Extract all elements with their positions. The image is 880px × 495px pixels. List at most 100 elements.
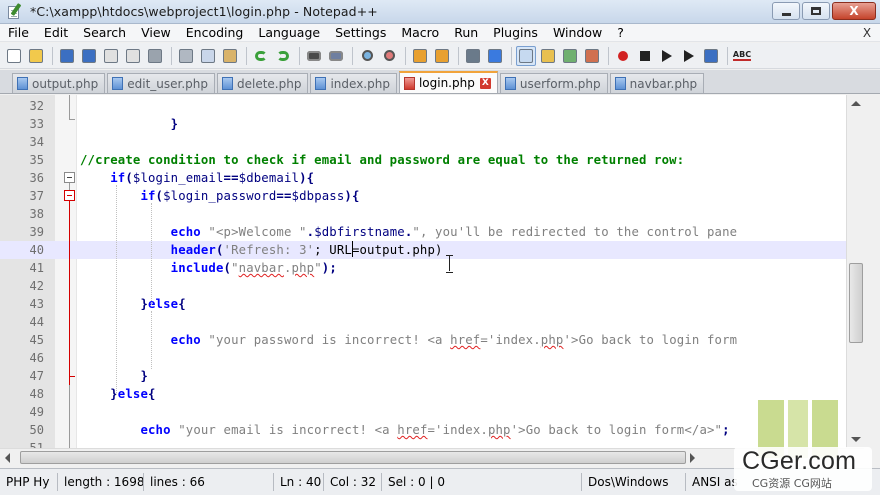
maximize-icon [811, 7, 821, 15]
run-macro-multiple-icon [684, 49, 694, 62]
code-line[interactable]: 37 if($login_password==$dbpass){ [0, 187, 864, 205]
zoom-out-icon [383, 50, 395, 61]
indent-guide-button[interactable] [516, 45, 536, 66]
tab-output[interactable]: output.php [12, 73, 106, 93]
user-lang-button[interactable] [538, 46, 558, 66]
code-line[interactable]: 32 [0, 97, 864, 115]
fold-toggle-if-email[interactable] [64, 172, 75, 183]
paste-button[interactable] [220, 46, 240, 66]
copy-button[interactable] [198, 46, 218, 66]
tab-close-icon[interactable]: X [479, 77, 491, 89]
show-all-chars-button[interactable] [485, 46, 505, 66]
code-line[interactable]: 39 echo "<p>Welcome ".$dbfirstname.", yo… [0, 223, 864, 241]
code-line[interactable]: 34 [0, 133, 864, 151]
code-line[interactable]: 50 echo "your email is incorrect! <a hre… [0, 421, 864, 439]
find-button[interactable] [304, 46, 324, 66]
minimize-button[interactable] [772, 2, 800, 20]
code-line[interactable]: 48 }else{ [0, 385, 864, 403]
save-macro-button[interactable] [701, 46, 721, 66]
scroll-right-icon[interactable] [690, 453, 695, 463]
sync-horizontal-button[interactable] [432, 46, 452, 66]
menu-plugins[interactable]: Plugins [485, 25, 545, 40]
code-line[interactable]: 51 [0, 439, 864, 448]
menu-window[interactable]: Window [545, 25, 609, 40]
menu-macro[interactable]: Macro [393, 25, 446, 40]
save-button[interactable] [57, 46, 77, 66]
tab-edit-user[interactable]: edit_user.php [107, 73, 215, 93]
zoom-out-button[interactable] [379, 46, 399, 66]
status-eol-format[interactable]: Dos\Windows [582, 473, 686, 491]
doc-map-button[interactable] [560, 46, 580, 66]
tab-index[interactable]: index.php [310, 73, 397, 93]
close-document-icon[interactable]: X [860, 26, 874, 40]
function-list-icon [585, 48, 599, 63]
open-file-button[interactable] [26, 46, 46, 66]
tab-login[interactable]: login.php X [398, 71, 498, 93]
code-line[interactable]: 49 [0, 403, 864, 421]
save-all-button[interactable] [79, 46, 99, 66]
maximize-button[interactable] [802, 2, 830, 20]
indent-guide [151, 203, 152, 305]
close-button[interactable] [101, 46, 121, 66]
new-file-button[interactable] [4, 46, 24, 66]
vertical-scroll-thumb[interactable] [849, 263, 863, 343]
window-controls: X [772, 2, 876, 20]
code-line[interactable]: 42 [0, 277, 864, 295]
menu-search[interactable]: Search [75, 25, 133, 40]
code-line[interactable]: 41 include("navbar.php"); [0, 259, 864, 277]
stop-macro-button[interactable] [635, 46, 655, 66]
menu-run[interactable]: Run [446, 25, 485, 40]
cut-button[interactable] [176, 46, 196, 66]
replace-button[interactable] [326, 46, 346, 66]
code-line[interactable]: 36 if($login_email==$dbemail){ [0, 169, 864, 187]
menu-help[interactable]: ? [609, 25, 631, 40]
notepadpp-app-icon[interactable] [6, 2, 22, 20]
line-number: 38 [29, 207, 44, 221]
play-macro-button[interactable] [657, 46, 677, 66]
close-window-button[interactable]: X [832, 2, 876, 20]
zoom-in-button[interactable] [357, 46, 377, 66]
menu-language[interactable]: Language [250, 25, 327, 40]
menu-encoding[interactable]: Encoding [178, 25, 251, 40]
menu-settings[interactable]: Settings [327, 25, 393, 40]
close-all-button[interactable] [123, 46, 143, 66]
code-line[interactable]: 38 [0, 205, 864, 223]
code-editor[interactable]: 32 33 } 34 35 //create condition to check if… [0, 95, 864, 448]
status-column: Col : 32 [324, 473, 382, 491]
tab-label: index.php [330, 76, 390, 91]
menu-file[interactable]: File [0, 25, 36, 40]
code-token: "your email is incorrect! <a [178, 423, 398, 437]
code-token: $dbfirstname [314, 225, 405, 239]
tab-delete[interactable]: delete.php [217, 73, 309, 93]
vertical-scrollbar[interactable] [846, 95, 864, 448]
fold-toggle-if-password[interactable] [64, 190, 75, 201]
menu-view[interactable]: View [133, 25, 178, 40]
code-line[interactable]: 46 [0, 349, 864, 367]
undo-button[interactable] [251, 46, 271, 66]
scroll-left-icon[interactable] [5, 453, 10, 463]
redo-button[interactable] [273, 46, 293, 66]
code-line[interactable]: 47 } [0, 367, 864, 385]
tab-userform[interactable]: userform.php [499, 73, 608, 93]
code-line[interactable]: 33 } [0, 115, 864, 133]
code-line[interactable]: 43 }else{ [0, 295, 864, 313]
code-line[interactable]: 45 echo "your password is incorrect! <a … [0, 331, 864, 349]
tab-navbar[interactable]: navbar.php [609, 73, 705, 93]
spellcheck-button[interactable]: ABC [732, 46, 752, 66]
code-line[interactable]: 44 [0, 313, 864, 331]
code-line[interactable]: 40 header('Refresh: 3'; URL=output.php) [0, 241, 864, 259]
function-list-button[interactable] [582, 46, 602, 66]
menu-edit[interactable]: Edit [36, 25, 75, 40]
scroll-up-icon[interactable] [851, 101, 861, 106]
sync-vertical-button[interactable] [410, 46, 430, 66]
run-macro-multiple-button[interactable] [679, 46, 699, 66]
print-button[interactable] [145, 46, 165, 66]
horizontal-scroll-thumb[interactable] [20, 451, 686, 464]
scroll-down-icon[interactable] [851, 437, 861, 442]
code-line[interactable]: 35 //create condition to check if email a… [0, 151, 864, 169]
record-macro-button[interactable] [613, 46, 633, 66]
word-wrap-button[interactable] [463, 46, 483, 66]
